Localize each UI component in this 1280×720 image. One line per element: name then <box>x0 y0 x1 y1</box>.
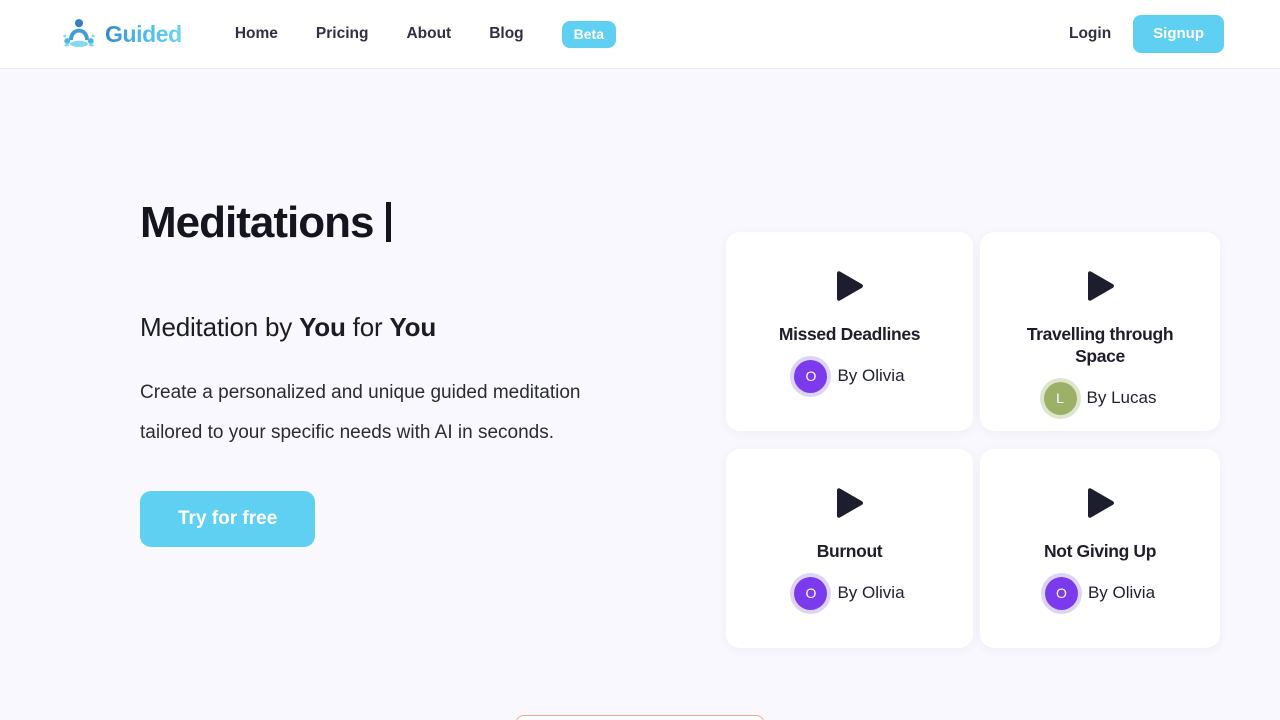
try-for-free-button[interactable]: Try for free <box>140 491 316 548</box>
beta-badge[interactable]: Beta <box>561 20 617 48</box>
product-hunt-wrapper: FEATURED ON Product Hunt 96 <box>0 715 1280 720</box>
card-author: O By Olivia <box>1044 576 1156 610</box>
meditation-card[interactable]: Missed Deadlines O By Olivia <box>726 232 973 431</box>
meditation-card-grid: Missed Deadlines O By Olivia Travelling … <box>726 69 1220 648</box>
play-icon[interactable] <box>1084 487 1117 519</box>
hero-subtitle-prefix: Meditation by <box>140 312 300 343</box>
avatar: O <box>1044 576 1078 610</box>
hero-description: Create a personalized and unique guided … <box>140 382 581 444</box>
page-title-text: Meditations <box>140 198 374 247</box>
product-hunt-badge[interactable]: FEATURED ON Product Hunt 96 <box>515 715 765 720</box>
meditation-card[interactable]: Travelling through Space L By Lucas <box>980 232 1220 431</box>
author-name: By Olivia <box>837 583 905 603</box>
nav-link-about[interactable]: About <box>387 26 470 42</box>
meditation-card[interactable]: Burnout O By Olivia <box>726 449 973 648</box>
brand-logo[interactable]: Guided <box>60 17 182 51</box>
navbar-actions: Login Signup <box>1047 15 1224 53</box>
signup-button[interactable]: Signup <box>1133 15 1224 53</box>
navbar: Guided Home Pricing About Blog Beta Logi… <box>0 0 1280 69</box>
card-title: Burnout <box>816 541 883 561</box>
card-title: Missed Deadlines <box>778 324 921 344</box>
hero-left-column: Meditations Meditation by You for You Cr… <box>80 69 640 548</box>
avatar: L <box>1043 381 1077 415</box>
avatar: O <box>794 359 828 393</box>
hero-subtitle-bold-1: You <box>299 312 346 343</box>
login-link[interactable]: Login <box>1047 25 1133 43</box>
meditation-person-icon <box>63 19 95 48</box>
nav-link-home[interactable]: Home <box>216 26 297 42</box>
play-icon[interactable] <box>1084 270 1117 302</box>
hero-section: Meditations Meditation by You for You Cr… <box>0 69 1280 648</box>
card-author: O By Olivia <box>794 576 905 610</box>
nav-link-pricing[interactable]: Pricing <box>297 26 388 42</box>
brand-name: Guided <box>105 20 182 47</box>
nav-link-blog[interactable]: Blog <box>470 26 542 42</box>
author-name: By Lucas <box>1086 388 1157 408</box>
card-author: O By Olivia <box>794 359 905 393</box>
play-icon[interactable] <box>833 270 866 302</box>
nav-links: Home Pricing About Blog Beta <box>216 20 617 48</box>
hero-subtitle-bold-2: You <box>389 312 437 343</box>
meditation-card[interactable]: Not Giving Up O By Olivia <box>980 449 1220 648</box>
card-title: Travelling through Space <box>1026 324 1174 366</box>
hero-subtitle: Meditation by You for You <box>140 312 640 343</box>
author-name: By Olivia <box>837 366 905 386</box>
page-title: Meditations <box>140 198 640 247</box>
card-author: L By Lucas <box>1043 381 1157 415</box>
play-icon[interactable] <box>833 487 866 519</box>
card-title: Not Giving Up <box>1043 541 1157 561</box>
typing-caret <box>386 201 392 242</box>
hero-subtitle-middle: for <box>345 312 390 343</box>
author-name: By Olivia <box>1087 583 1156 603</box>
avatar: O <box>794 576 828 610</box>
